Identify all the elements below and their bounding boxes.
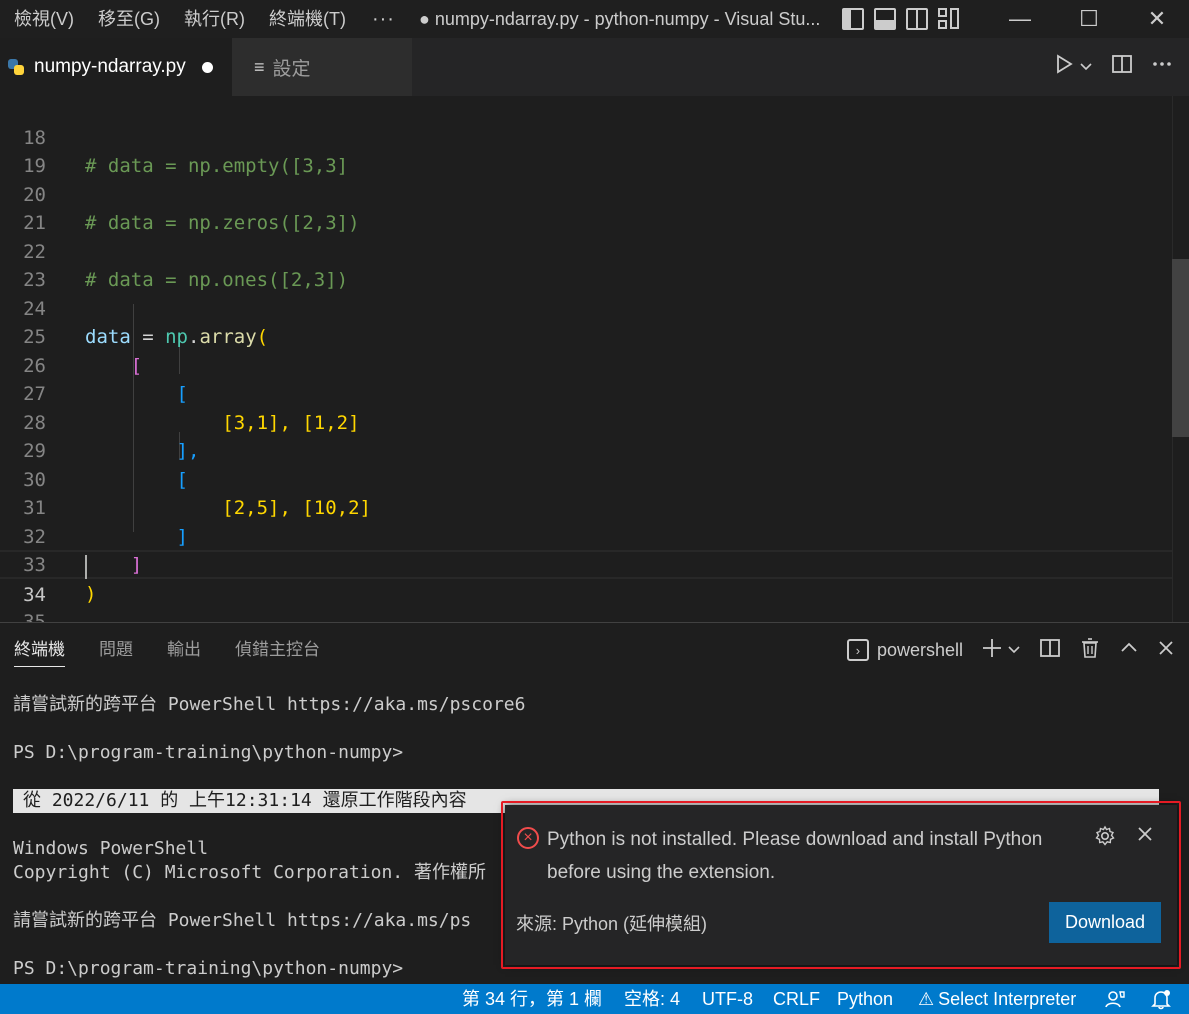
language-mode[interactable]: Python bbox=[837, 984, 893, 1014]
code-line: 23 bbox=[0, 238, 1172, 291]
toggle-secondary-sidebar-icon[interactable] bbox=[906, 8, 928, 30]
select-interpreter[interactable]: ⚠ Select Interpreter bbox=[918, 984, 1076, 1014]
code-line: 31 ] bbox=[0, 466, 1172, 548]
encoding[interactable]: UTF-8 bbox=[702, 984, 753, 1014]
chevron-up-icon[interactable] bbox=[1119, 638, 1139, 663]
layout-controls bbox=[842, 8, 962, 30]
tab-label: 設定 bbox=[272, 58, 311, 80]
highlight-outline bbox=[501, 801, 1181, 969]
tab-terminal[interactable]: 終端機 bbox=[14, 623, 65, 667]
warning-icon: ⚠ bbox=[918, 989, 935, 1009]
toggle-sidebar-icon[interactable] bbox=[842, 8, 864, 30]
tab-settings[interactable]: ≡ 設定 bbox=[232, 38, 412, 96]
code-line: 28 ], bbox=[0, 380, 1172, 463]
code-line: 35 bbox=[0, 580, 1172, 622]
customize-layout-icon[interactable] bbox=[938, 8, 962, 30]
panel-actions: › powershell bbox=[846, 623, 1175, 677]
shell-name: powershell bbox=[876, 639, 963, 660]
close-window-button[interactable]: ✕ bbox=[1134, 0, 1180, 38]
indentation[interactable]: 空格: 4 bbox=[624, 984, 680, 1014]
terminal-prompt: PS D:\program-training\python-numpy> bbox=[13, 742, 404, 763]
terminal-line: Windows PowerShell bbox=[13, 838, 209, 859]
window-title: ● numpy-ndarray.py - python-numpy - Visu… bbox=[418, 8, 821, 29]
code-editor[interactable]: 18 # data = np.empty([3,3] 19 20 # data … bbox=[0, 96, 1189, 622]
trash-icon[interactable] bbox=[1079, 637, 1101, 664]
scrollbar-thumb[interactable] bbox=[1172, 259, 1189, 437]
terminal-line: Copyright (C) Microsoft Corporation. 著作權… bbox=[13, 862, 486, 883]
terminal-icon: › bbox=[846, 639, 869, 661]
text-cursor bbox=[85, 555, 87, 579]
code-line: 27 [3,1], [1,2] bbox=[0, 352, 1172, 434]
code-line: 18 # data = np.empty([3,3] bbox=[0, 96, 1172, 178]
close-panel-icon[interactable] bbox=[1157, 639, 1175, 662]
code-line: 25 [ bbox=[0, 295, 1172, 377]
code-line: 36 print(data) bbox=[0, 608, 1172, 622]
code-line: 19 bbox=[0, 124, 1172, 177]
code-line: 33 ) bbox=[0, 523, 1172, 605]
more-actions-icon[interactable] bbox=[1151, 53, 1173, 81]
toggle-panel-icon[interactable] bbox=[874, 8, 896, 30]
split-terminal-icon[interactable] bbox=[1039, 637, 1061, 664]
code-line: 20 # data = np.zeros([2,3]) bbox=[0, 152, 1172, 235]
settings-list-icon: ≡ bbox=[254, 56, 265, 77]
editor-tab-bar: numpy-ndarray.py ≡ 設定 bbox=[0, 38, 1189, 96]
current-code-line: 34 bbox=[0, 550, 1172, 606]
chevron-down-icon[interactable] bbox=[1007, 640, 1021, 661]
cursor-position[interactable]: 第 34 行，第 1 欄 bbox=[462, 984, 602, 1014]
python-file-icon bbox=[8, 59, 24, 75]
code-line: 29 [ bbox=[0, 409, 1172, 491]
menu-run[interactable]: 執行(R) bbox=[172, 0, 257, 38]
tab-numpy-ndarray[interactable]: numpy-ndarray.py bbox=[0, 38, 232, 96]
chevron-down-icon[interactable] bbox=[1079, 56, 1093, 79]
status-bar: 第 34 行，第 1 欄 空格: 4 UTF-8 CRLF Python ⚠ Se… bbox=[0, 984, 1189, 1014]
code-line: 21 bbox=[0, 181, 1172, 234]
split-editor-icon[interactable] bbox=[1111, 53, 1133, 81]
editor-actions bbox=[1053, 38, 1173, 96]
panel-tabs: 終端機 問題 輸出 偵錯主控台 bbox=[0, 623, 340, 677]
line-ending[interactable]: CRLF bbox=[773, 984, 820, 1014]
editor-scrollbar[interactable] bbox=[1172, 96, 1189, 622]
code-line: 24 data = np.array( bbox=[0, 266, 1172, 349]
terminal-selector[interactable]: › powershell bbox=[846, 639, 963, 661]
code-line: 30 [2,5], [10,2] bbox=[0, 437, 1172, 520]
terminal-line: 請嘗試新的跨平台 PowerShell https://aka.ms/pscor… bbox=[13, 694, 526, 715]
terminal-line: 請嘗試新的跨平台 PowerShell https://aka.ms/ps bbox=[13, 910, 472, 931]
tab-debug-console[interactable]: 偵錯主控台 bbox=[235, 623, 320, 677]
tab-label: numpy-ndarray.py bbox=[34, 56, 186, 77]
tab-problems[interactable]: 問題 bbox=[99, 623, 133, 677]
title-bar: 檢視(V) 移至(G) 執行(R) 終端機(T) ··· ● numpy-nda… bbox=[0, 0, 1189, 38]
feedback-icon[interactable] bbox=[1104, 988, 1126, 1014]
notification-bell-icon[interactable] bbox=[1150, 988, 1172, 1014]
code-line: 32 ] bbox=[0, 494, 1172, 577]
terminal-prompt: PS D:\program-training\python-numpy> bbox=[13, 958, 404, 979]
menu-view[interactable]: 檢視(V) bbox=[0, 0, 86, 38]
select-interpreter-label: Select Interpreter bbox=[938, 989, 1077, 1009]
menu-more-icon[interactable]: ··· bbox=[358, 8, 409, 31]
code-line: 26 [ bbox=[0, 323, 1172, 406]
code-line: 22 # data = np.ones([2,3]) bbox=[0, 209, 1172, 292]
maximize-button[interactable]: ☐ bbox=[1066, 0, 1112, 38]
new-terminal-icon[interactable] bbox=[981, 637, 1003, 664]
unsaved-dot-icon[interactable] bbox=[201, 61, 213, 73]
run-icon[interactable] bbox=[1053, 53, 1075, 81]
tab-output[interactable]: 輸出 bbox=[167, 623, 201, 677]
minimize-button[interactable]: — bbox=[997, 0, 1043, 38]
menu-terminal[interactable]: 終端機(T) bbox=[257, 0, 358, 38]
menu-go[interactable]: 移至(G) bbox=[86, 0, 172, 38]
